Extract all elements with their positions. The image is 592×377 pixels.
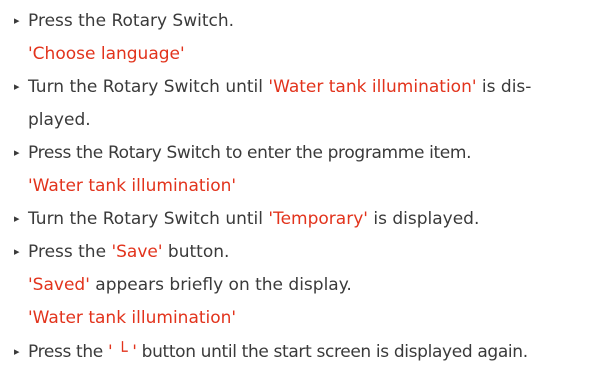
step-enter-programme-item: ▸ Press the Rotary Switch to enter the p…	[14, 137, 584, 169]
step-press-save: ▸ Press the 'Save' button.	[14, 236, 584, 268]
step-turn-to-temporary: ▸ Turn the Rotary Switch until 'Temporar…	[14, 203, 584, 235]
step-text: Press the	[28, 342, 108, 362]
bullet-icon: ▸	[14, 345, 20, 358]
step-return-to-start: ▸ Press the ' └ ' button until the start…	[14, 336, 584, 368]
display-message-water-tank: 'Water tank illumination'	[14, 170, 584, 202]
bullet-icon: ▸	[14, 14, 20, 27]
step-text: is displayed.	[367, 209, 480, 229]
step-text: Press the Rotary Switch to enter the pro…	[28, 143, 472, 163]
step-text: button.	[162, 242, 230, 262]
display-message: 'Temporary'	[268, 209, 368, 229]
step-turn-to-water-tank: ▸ Turn the Rotary Switch until 'Water ta…	[14, 71, 584, 103]
step-text: played.	[28, 110, 91, 130]
step-text: Press the	[28, 242, 112, 262]
bullet-icon: ▸	[14, 146, 20, 159]
bullet-icon: ▸	[14, 245, 20, 258]
step-text: Turn the Rotary Switch until	[28, 77, 269, 97]
step-text: Turn the Rotary Switch until	[28, 209, 269, 229]
step-continuation: played.	[14, 104, 584, 136]
display-message: 'Water tank illumination'	[28, 176, 237, 196]
display-message-choose-language: 'Choose language'	[14, 38, 584, 70]
back-button-symbol: ' └ '	[107, 342, 137, 362]
step-text: is dis-	[476, 77, 532, 97]
instruction-list: ▸ Press the Rotary Switch. 'Choose langu…	[0, 0, 592, 377]
display-message-water-tank: 'Water tank illumination'	[14, 302, 584, 334]
bullet-icon: ▸	[14, 80, 20, 93]
step-press-rotary-switch: ▸ Press the Rotary Switch.	[14, 5, 584, 37]
display-message: 'Saved'	[28, 275, 90, 295]
bullet-icon: ▸	[14, 212, 20, 225]
display-message: 'Water tank illumination'	[268, 77, 477, 97]
step-text: button until the start screen is display…	[136, 342, 529, 362]
step-text: Press the Rotary Switch.	[28, 11, 235, 31]
display-message: 'Water tank illumination'	[28, 308, 237, 328]
display-message-saved: 'Saved' appears briefly on the display.	[14, 269, 584, 301]
display-message: 'Save'	[111, 242, 163, 262]
display-message: 'Choose language'	[28, 44, 185, 64]
step-text: appears briefly on the display.	[89, 275, 352, 295]
